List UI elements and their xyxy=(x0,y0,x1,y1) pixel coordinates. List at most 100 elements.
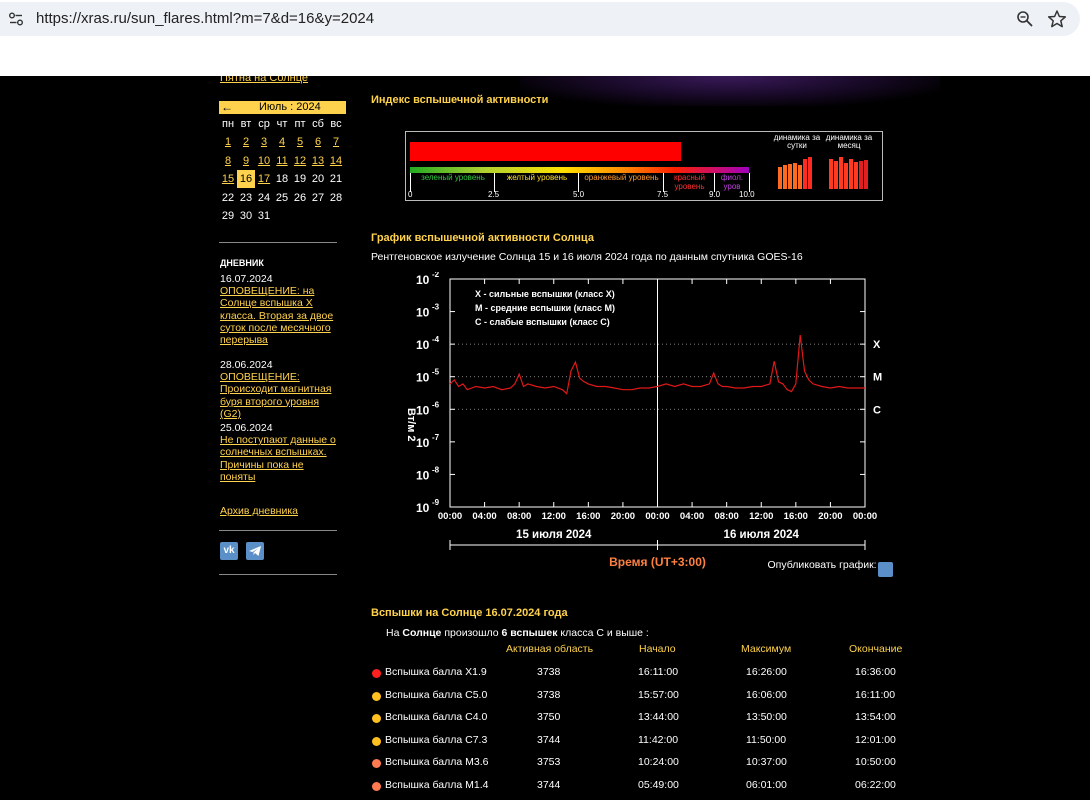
calendar-day[interactable]: 6 xyxy=(309,133,327,151)
publish-label: Опубликовать график: xyxy=(768,559,877,571)
level-yellow: желтый уровень xyxy=(494,173,579,192)
calendar-day[interactable]: 1 xyxy=(219,133,237,151)
vk-icon[interactable]: vk xyxy=(220,542,238,560)
calendar-day: 26 xyxy=(293,191,307,204)
sunspots-link[interactable]: Пятна на Солнце xyxy=(220,76,308,84)
url-text[interactable]: https://xras.ru/sun_flares.html?m=7&d=16… xyxy=(36,10,374,27)
calendar-day[interactable]: 15 xyxy=(219,170,237,188)
calendar-day[interactable]: 3 xyxy=(255,133,273,151)
diary-link-line[interactable]: поняты xyxy=(220,471,338,483)
summary-sun: Солнце xyxy=(402,627,442,639)
calendar-day: 23 xyxy=(239,191,253,204)
calendar-day[interactable]: 5 xyxy=(291,133,309,151)
calendar-day[interactable]: 9 xyxy=(237,152,255,170)
x-tick-label: 20:00 xyxy=(818,511,842,522)
flare-name: Вспышка балла C5.0 xyxy=(385,688,488,701)
xray-flux-chart: XMC10 -210 -310 -410 -510 -610 -710 -810 -900:00… xyxy=(405,272,893,577)
calendar-day: 25 xyxy=(275,191,289,204)
diary-link-line[interactable]: Причины пока не xyxy=(220,459,338,471)
calendar-day[interactable]: 2 xyxy=(237,133,255,151)
diary-archive-link[interactable]: Архив дневника xyxy=(220,505,298,517)
dynamics-day-bar xyxy=(798,165,802,189)
flares-summary: На Солнце произошло 6 вспышек класса C и… xyxy=(386,627,649,639)
dynamics-month-bar xyxy=(844,163,848,189)
diary-link-line[interactable]: буря второго уровня xyxy=(220,396,338,408)
address-bar[interactable]: https://xras.ru/sun_flares.html?m=7&d=16… xyxy=(0,2,1080,36)
y-tick-exponent: -2 xyxy=(432,272,440,279)
index-scale: зеленый уровень желтый уровень оранжевый… xyxy=(410,167,750,192)
publish-vk-icon[interactable] xyxy=(878,562,893,577)
diary-link-line[interactable]: ОПОВЕЩЕНИЕ: на xyxy=(220,285,338,297)
calendar-day[interactable]: 13 xyxy=(309,152,327,170)
diary-entry: 28.06.2024 ОПОВЕЩЕНИЕ: Происходит магнитна… xyxy=(220,359,338,420)
divider xyxy=(219,242,337,243)
dynamics-month-bar xyxy=(854,162,858,189)
zoom-icon[interactable] xyxy=(1016,10,1034,28)
table-row: Вспышка балла M1.4 3744 05:49:00 06:01:00 06… xyxy=(0,779,1090,799)
x-tick-label: 04:00 xyxy=(680,511,704,522)
flare-max: 10:37:00 xyxy=(746,756,787,768)
calendar-day[interactable]: 4 xyxy=(273,133,291,151)
weekday-label: вт xyxy=(240,118,252,130)
summary-mid: произошло xyxy=(444,627,499,639)
calendar-day: 30 xyxy=(239,210,253,222)
y-tick-label: 10 xyxy=(416,306,430,320)
site-settings-icon[interactable] xyxy=(8,11,24,27)
calendar-day[interactable]: 14 xyxy=(327,152,345,170)
table-row: Вспышка балла C5.0 3738 15:57:00 16:06:00 16… xyxy=(0,689,1090,709)
flares-title: Вспышки на Солнце 16.07.2024 года xyxy=(371,607,568,619)
flare-max: 16:26:00 xyxy=(746,666,787,678)
diary-link-line[interactable]: перерыва xyxy=(220,334,338,346)
y-tick-exponent: -3 xyxy=(432,303,440,312)
level-orange: оранжевый уровень xyxy=(578,173,664,192)
calendar-day: 21 xyxy=(329,173,343,185)
summary-pre: На xyxy=(386,627,400,639)
calendar-day[interactable]: 8 xyxy=(219,152,237,170)
diary-link-line[interactable]: ОПОВЕЩЕНИЕ: xyxy=(220,371,338,383)
prev-month-arrow-icon[interactable]: ← xyxy=(221,100,233,114)
diary-link-line[interactable]: Происходит магнитная xyxy=(220,383,338,395)
dynamics-month-bar xyxy=(839,157,843,189)
diary-link-line[interactable]: суток после месячного xyxy=(220,322,338,334)
x-tick-label: 12:00 xyxy=(749,511,773,522)
flare-end: 10:50:00 xyxy=(855,756,896,768)
calendar-day[interactable]: 17 xyxy=(255,170,273,188)
flare-max: 11:50:00 xyxy=(746,733,787,746)
star-icon[interactable] xyxy=(1047,9,1067,29)
calendar-day-today[interactable]: 16 xyxy=(237,170,255,188)
flare-class-dot-icon xyxy=(372,736,381,746)
y-tick-exponent: -9 xyxy=(432,498,440,507)
legend-entry: M - средние вспышки (класс M) xyxy=(475,303,615,313)
index-tick: 5.0 xyxy=(573,190,585,199)
x-tick-label: 08:00 xyxy=(715,511,739,522)
diary-link-line[interactable]: Солнце вспышка X xyxy=(220,297,338,309)
x-tick-label: 12:00 xyxy=(542,511,566,522)
calendar-day[interactable]: 11 xyxy=(273,152,291,170)
y-tick-exponent: -4 xyxy=(432,335,440,344)
diary-link-line[interactable]: (G2) xyxy=(220,408,338,420)
x-tick-label: 08:00 xyxy=(507,511,531,522)
graph-title: График вспышечной активности Солнца xyxy=(371,232,594,244)
x-tick-label: 04:00 xyxy=(472,511,496,522)
telegram-icon[interactable] xyxy=(246,542,264,560)
calendar-day[interactable]: 10 xyxy=(255,152,273,170)
calendar-day[interactable]: 12 xyxy=(291,152,309,170)
dynamics-month-bar xyxy=(859,161,863,189)
table-row: Вспышка балла M3.6 3753 10:24:00 10:37:00 10… xyxy=(0,756,1090,776)
dynamics-month-bar xyxy=(834,161,838,189)
y-tick-label: 10 xyxy=(416,501,430,515)
flare-region: 3744 xyxy=(537,733,561,746)
level-green: зеленый уровень xyxy=(410,173,495,192)
weekday-label: пн xyxy=(221,118,235,130)
diary-link-line[interactable]: Не поступают данные о xyxy=(220,434,338,446)
dynamics-day-title: динамика за сутки xyxy=(773,133,821,150)
divider xyxy=(219,574,337,575)
diary-link-line[interactable]: солнечных вспышках. xyxy=(220,446,338,458)
diary-link-line[interactable]: класса. Вторая за двое xyxy=(220,310,338,322)
flare-region: 3738 xyxy=(537,666,561,678)
calendar-day: 24 xyxy=(257,191,271,204)
calendar-day[interactable]: 7 xyxy=(327,133,345,151)
browser-chrome: https://xras.ru/sun_flares.html?m=7&d=16… xyxy=(0,0,1090,76)
calendar-day: 22 xyxy=(221,191,235,204)
dynamics-month-title: динамика за месяц xyxy=(825,133,873,150)
